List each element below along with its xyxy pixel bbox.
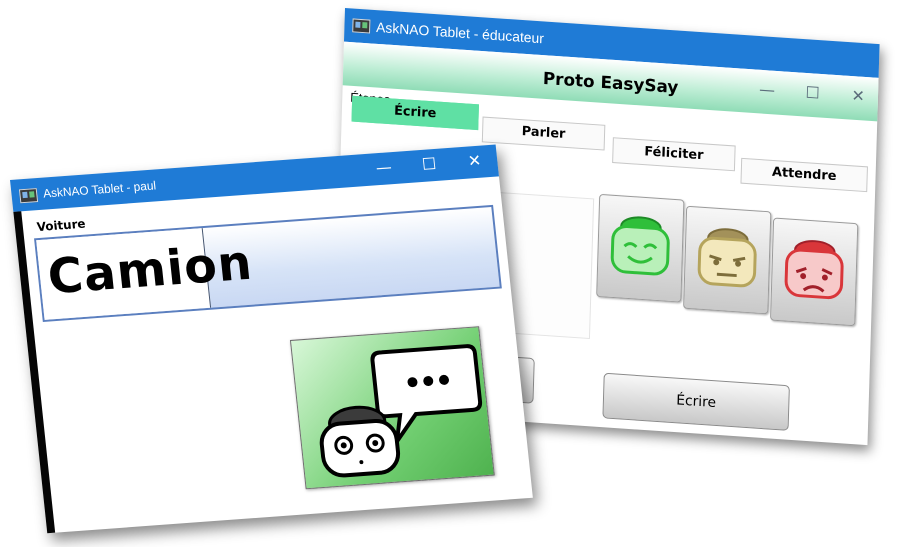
word-display[interactable]: Camion xyxy=(34,204,502,322)
word-cell: Camion xyxy=(36,228,255,320)
child-window: AskNAO Tablet - paul — ☐ ✕ Voiture Camio… xyxy=(10,144,533,534)
happy-face-button[interactable] xyxy=(596,193,685,303)
write-button[interactable]: Écrire xyxy=(602,372,790,431)
educator-window-title: AskNAO Tablet - éducateur xyxy=(375,19,545,47)
word-text: Camion xyxy=(45,234,256,306)
step-tab-feliciter[interactable]: Féliciter xyxy=(612,137,736,172)
sad-face-button[interactable] xyxy=(770,217,859,327)
close-button[interactable]: ✕ xyxy=(450,145,499,180)
sad-robot-icon xyxy=(784,240,844,300)
child-titlebar[interactable]: AskNAO Tablet - paul — ☐ ✕ xyxy=(10,144,499,212)
neutral-face-button[interactable] xyxy=(683,205,772,315)
minimize-button[interactable]: — xyxy=(360,151,409,186)
child-window-title: AskNAO Tablet - paul xyxy=(42,178,157,201)
app-icon xyxy=(18,188,39,204)
neutral-robot-icon xyxy=(697,228,757,288)
step-tab-attendre[interactable]: Attendre xyxy=(740,157,868,193)
app-icon xyxy=(352,18,371,34)
maximize-button[interactable]: ☐ xyxy=(789,76,836,113)
maximize-button[interactable]: ☐ xyxy=(405,148,454,183)
happy-robot-icon xyxy=(610,216,670,276)
speak-button[interactable] xyxy=(289,326,495,490)
robot-speech-bubble-icon xyxy=(319,344,483,478)
category-label: Voiture xyxy=(36,216,87,235)
minimize-button[interactable]: — xyxy=(744,73,791,110)
step-tab-parler[interactable]: Parler xyxy=(481,116,606,151)
close-button[interactable]: ✕ xyxy=(835,79,882,116)
step-tab-ecrire[interactable]: Écrire xyxy=(351,95,479,131)
